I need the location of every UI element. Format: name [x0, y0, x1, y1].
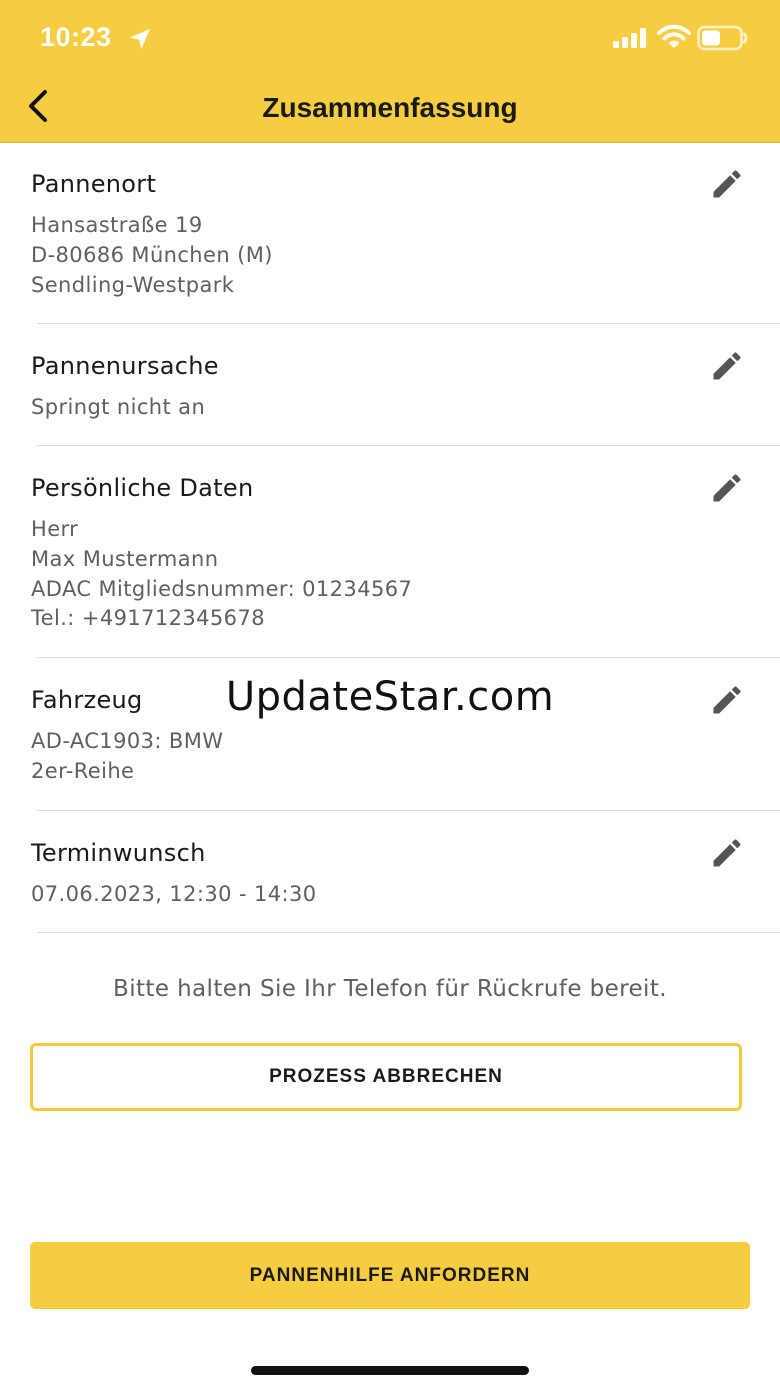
edit-cause-button[interactable]: [706, 347, 748, 389]
section-line: D-80686 München (M): [31, 243, 273, 267]
divider: [37, 323, 780, 324]
battery-icon: [697, 24, 749, 52]
page-title: Zusammenfassung: [262, 92, 518, 123]
section-title: Terminwunsch: [31, 839, 206, 867]
section-title: Pannenursache: [31, 352, 219, 380]
pencil-icon: [709, 166, 745, 206]
cellular-signal-icon: [613, 28, 651, 48]
edit-personal-data-button[interactable]: [706, 469, 748, 511]
callback-hint: Bitte halten Sie Ihr Telefon für Rückruf…: [113, 976, 667, 1002]
location-arrow-icon: [128, 27, 152, 51]
divider: [37, 445, 780, 446]
section-line: Herr: [31, 517, 79, 541]
pencil-icon: [709, 835, 745, 875]
watermark-text: UpdateStar.com: [225, 674, 555, 720]
header-bar: 10:23 Zusammenfassung: [0, 0, 780, 143]
section-title: Persönliche Daten: [31, 474, 254, 502]
section-line: 2er-Reihe: [31, 759, 135, 783]
section-line: AD-AC1903: BMW: [31, 729, 224, 753]
wifi-icon: [657, 24, 691, 50]
request-assistance-button[interactable]: PANNENHILFE ANFORDERN: [30, 1242, 750, 1309]
divider: [37, 810, 780, 811]
section-line: Sendling-Westpark: [31, 273, 235, 297]
section-line: Springt nicht an: [31, 395, 206, 419]
pencil-icon: [709, 348, 745, 388]
edit-appointment-button[interactable]: [706, 834, 748, 876]
section-title: Pannenort: [31, 170, 157, 198]
section-line: Max Mustermann: [31, 547, 219, 571]
section-line: Hansastraße 19: [31, 213, 203, 237]
status-time: 10:23: [40, 22, 112, 52]
section-line: Tel.: +491712345678: [31, 606, 265, 630]
divider: [37, 657, 780, 658]
edit-location-button[interactable]: [706, 165, 748, 207]
section-line: 07.06.2023, 12:30 - 14:30: [31, 882, 317, 906]
home-indicator[interactable]: [251, 1366, 529, 1375]
divider: [37, 932, 780, 933]
pencil-icon: [709, 470, 745, 510]
section-line: ADAC Mitgliedsnummer: 01234567: [31, 577, 413, 601]
cancel-process-button[interactable]: PROZESS ABBRECHEN: [30, 1043, 742, 1111]
